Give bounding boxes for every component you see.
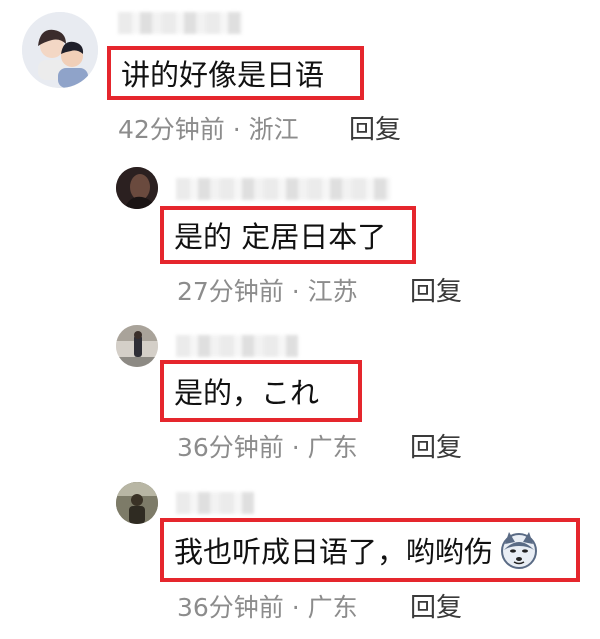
avatar[interactable] (116, 167, 158, 209)
outdoor-photo-icon (116, 482, 158, 524)
username-blurred (118, 12, 242, 34)
comment-1-highlight: 讲的好像是日语 (107, 46, 364, 100)
comment-1-reply-button[interactable]: 回复 (349, 109, 401, 146)
street-photo-icon (116, 325, 158, 367)
comment-4-meta: 36分钟前 · 广东 (177, 593, 358, 622)
comment-4-text: 我也听成日语了，哟哟伤 (174, 535, 494, 569)
avatar[interactable] (116, 482, 158, 524)
comment-4-highlight: 我也听成日语了，哟哟伤 (160, 518, 580, 582)
username-blurred (176, 178, 390, 200)
username-blurred (176, 335, 298, 357)
comment-2-meta: 27分钟前 · 江苏 (177, 277, 358, 306)
avatar[interactable] (22, 12, 98, 88)
comment-1-meta: 42分钟前 · 浙江 (118, 115, 299, 144)
username-blurred (176, 492, 254, 514)
couple-cartoon-icon (22, 12, 98, 88)
comment-4-reply-button[interactable]: 回复 (410, 587, 462, 624)
comment-2-text: 是的 定居日本了 (174, 220, 387, 254)
comment-3-highlight: 是的，これ (160, 360, 362, 422)
avatar[interactable] (116, 325, 158, 367)
husky-face-emoji-icon (499, 530, 539, 570)
comment-3-meta: 36分钟前 · 广东 (177, 433, 358, 462)
comment-1-text: 讲的好像是日语 (121, 58, 325, 92)
dark-portrait-icon (116, 167, 158, 209)
comment-2-reply-button[interactable]: 回复 (410, 271, 462, 308)
comment-3-reply-button[interactable]: 回复 (410, 427, 462, 464)
comment-3-text: 是的，これ (174, 376, 320, 410)
comment-2-highlight: 是的 定居日本了 (160, 206, 416, 264)
